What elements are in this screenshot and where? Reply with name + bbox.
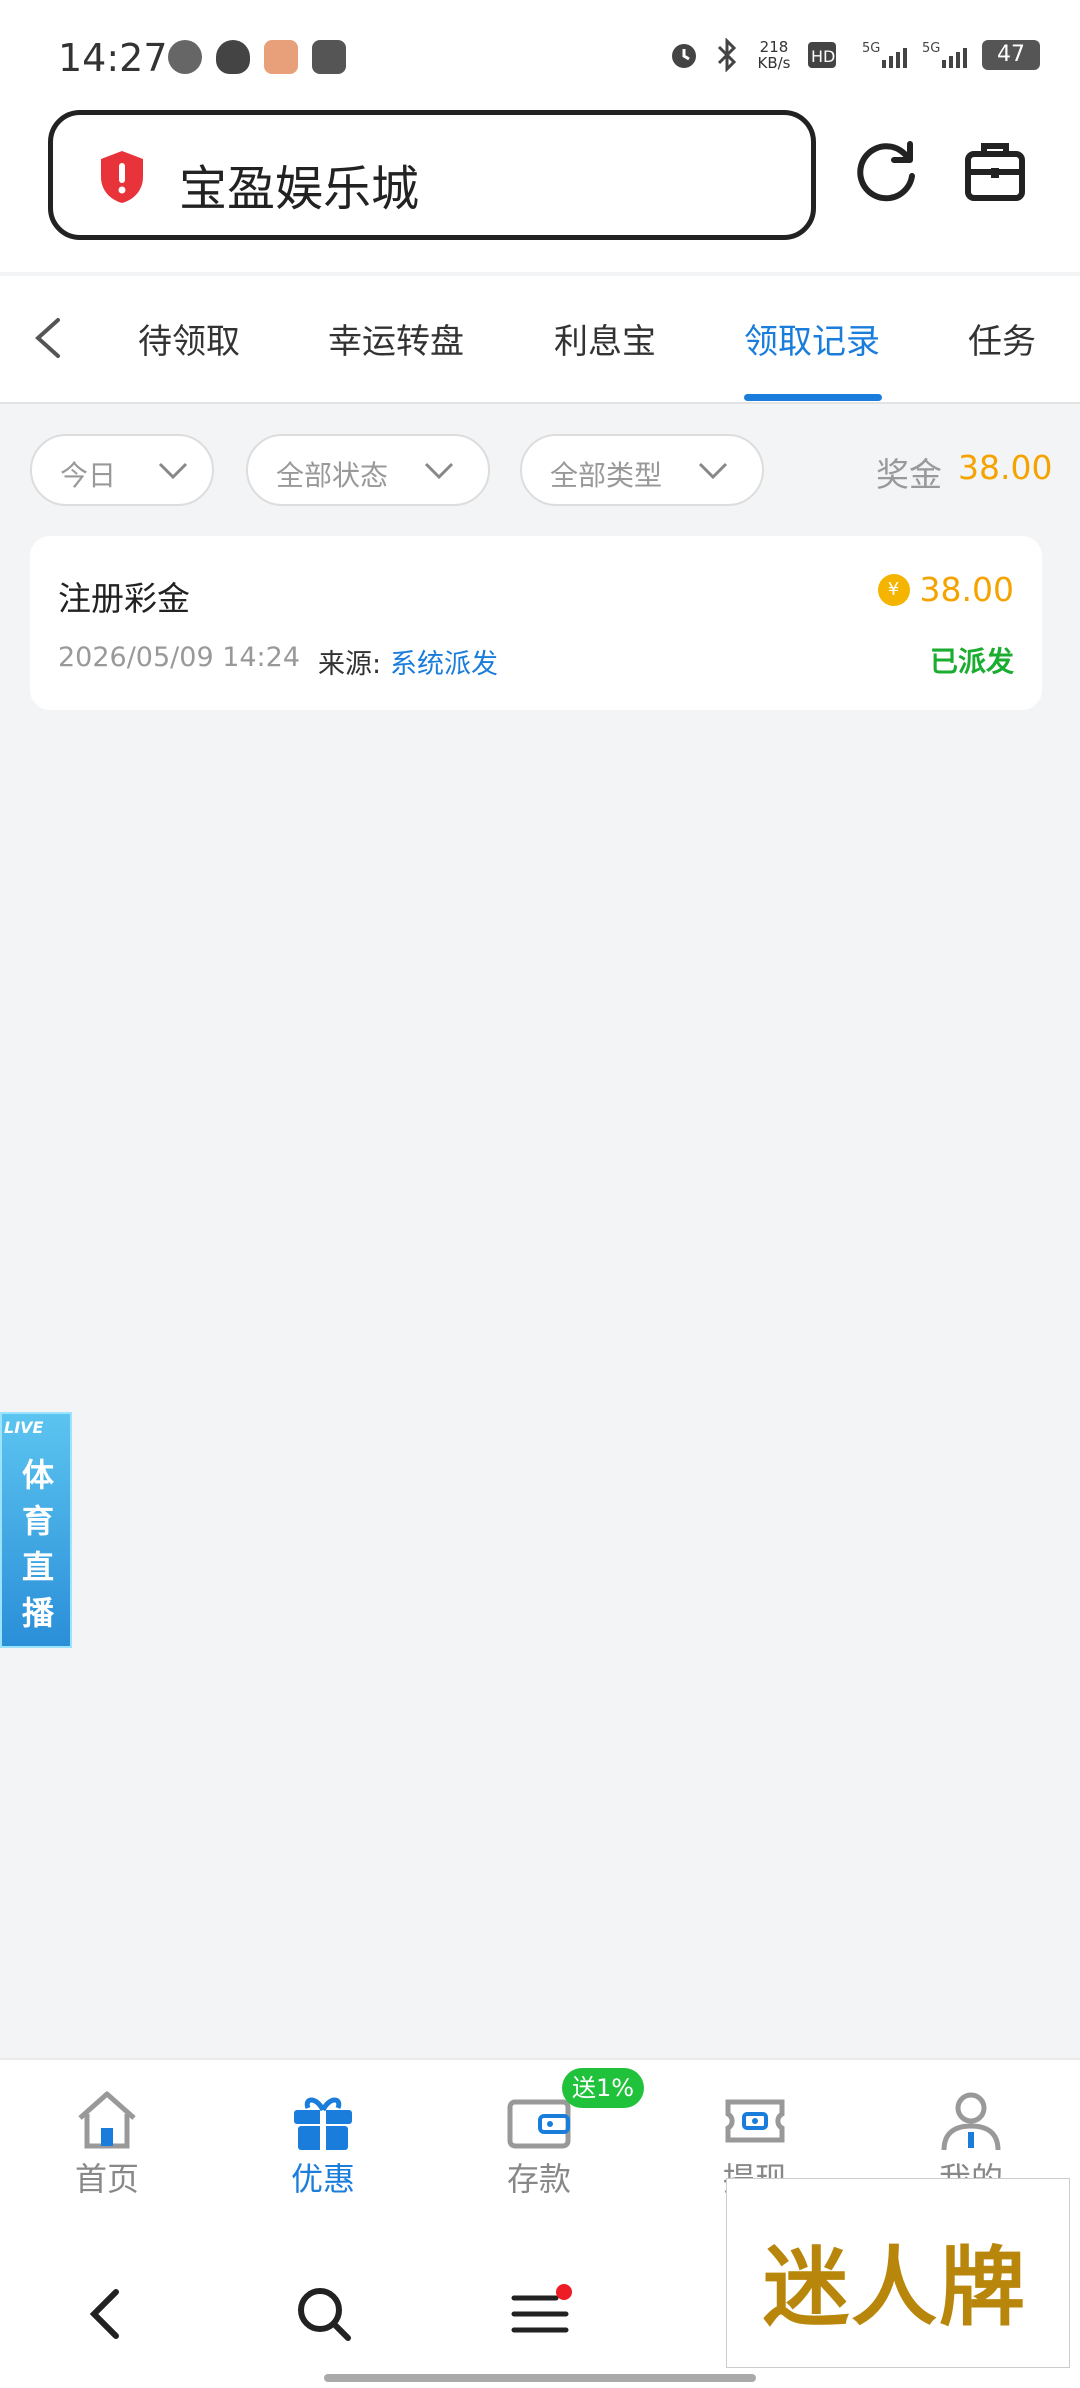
gift-icon	[294, 2097, 352, 2150]
home-indicator[interactable]	[324, 2374, 756, 2382]
date-filter[interactable]: 今日	[30, 434, 214, 506]
battery-icon: 47	[982, 40, 1040, 70]
nav-promotions-label: 优惠	[290, 2160, 355, 2198]
svg-text:HD: HD	[811, 47, 835, 66]
record-amount: ¥ 38.00	[877, 570, 1014, 609]
record-status: 已派发	[929, 645, 1014, 678]
active-tab-indicator	[744, 394, 882, 401]
status-time: 14:27	[58, 36, 168, 80]
bonus-total-label: 奖金	[876, 455, 942, 494]
type-filter[interactable]: 全部类型	[520, 434, 764, 506]
user-icon	[941, 2092, 1001, 2151]
app-notification-icon	[168, 40, 202, 74]
promo-tabs: 待领取 幸运转盘 利息宝 领取记录 任务	[0, 276, 1080, 404]
game-icon	[312, 40, 346, 74]
qq-icon	[216, 40, 250, 74]
top-bar: 宝盈娱乐城	[0, 100, 1080, 272]
site-title: 宝盈娱乐城	[179, 161, 420, 217]
status-filter[interactable]: 全部状态	[246, 434, 490, 506]
hd-icon: HD	[808, 42, 836, 68]
tab-tasks[interactable]: 任务	[968, 314, 1036, 363]
nav-home[interactable]: 首页	[32, 2088, 182, 2200]
bluetooth-icon	[717, 38, 737, 72]
search-icon[interactable]	[294, 2284, 354, 2344]
date-filter-label: 今日	[60, 459, 117, 492]
record-datetime: 2026/05/09 14:24	[58, 642, 301, 673]
signal-5g-icon: 5G	[922, 41, 967, 68]
chevron-down-icon	[158, 462, 188, 480]
record-source-label: 来源:	[318, 649, 382, 680]
signal-5g-icon: 5G	[862, 41, 907, 68]
tab-claim-records[interactable]: 领取记录	[744, 314, 880, 363]
nav-deposit-label: 存款	[506, 2160, 571, 2198]
record-title: 注册彩金	[58, 579, 190, 618]
tab-interest[interactable]: 利息宝	[554, 314, 656, 363]
live-tag: LIVE	[4, 1418, 44, 1437]
live-sports-text: 体育直播	[21, 1456, 54, 1632]
menu-icon[interactable]	[510, 2284, 580, 2344]
svg-text:5G: 5G	[862, 41, 880, 56]
nav-home-label: 首页	[74, 2160, 139, 2198]
bonus-total-value: 38.00	[958, 448, 1053, 487]
shield-alert-icon	[101, 151, 143, 203]
record-card[interactable]: 注册彩金 ¥ 38.00 2026/05/09 14:24 来源: 系统派发 已…	[30, 536, 1042, 710]
watermark-logo: 迷人牌	[726, 2178, 1070, 2368]
network-speed: 218 KB/s	[757, 38, 791, 72]
chevron-down-icon	[424, 462, 454, 480]
chevron-down-icon	[698, 462, 728, 480]
notification-icons	[168, 40, 346, 74]
alarm-icon	[672, 44, 696, 68]
chevron-left-icon[interactable]	[30, 316, 66, 360]
toolbox-icon[interactable]	[960, 136, 1030, 206]
record-source: 系统派发	[390, 649, 498, 680]
home-icon	[78, 2091, 136, 2149]
tab-lucky-wheel[interactable]: 幸运转盘	[328, 314, 464, 363]
coin-icon: ¥	[877, 573, 910, 606]
nav-promotions[interactable]: 优惠	[248, 2088, 398, 2200]
back-icon[interactable]	[84, 2284, 124, 2344]
status-filter-label: 全部状态	[276, 459, 389, 492]
address-bar[interactable]: 宝盈娱乐城	[48, 110, 816, 240]
type-filter-label: 全部类型	[550, 459, 663, 492]
refresh-icon[interactable]	[852, 136, 922, 206]
record-amount-value: 38.00	[919, 570, 1014, 609]
deposit-bonus-badge: 送1%	[562, 2068, 644, 2108]
status-bar: 14:27 218 KB/s HD 5G 5G 47	[0, 0, 1080, 100]
watermark-text: 迷人牌	[763, 2237, 1027, 2338]
status-indicators: 218 KB/s HD 5G 5G 47	[668, 38, 1040, 72]
app-notification-icon	[264, 40, 298, 74]
withdraw-icon	[725, 2099, 785, 2143]
tab-pending[interactable]: 待领取	[138, 314, 240, 363]
live-sports-badge[interactable]: LIVE 体育直播	[0, 1412, 72, 1648]
svg-text:5G: 5G	[922, 41, 940, 56]
